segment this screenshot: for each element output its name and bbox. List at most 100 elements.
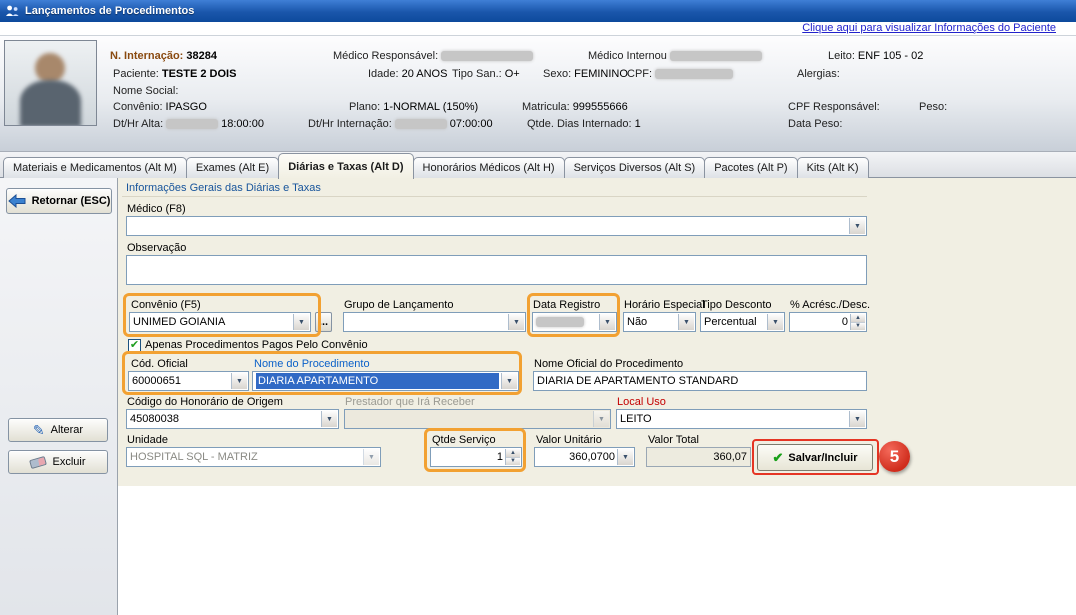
field-cpf: CPF: xyxy=(627,68,733,80)
sexo-value: FEMININO xyxy=(574,68,628,80)
field-peso: Peso: xyxy=(919,101,947,113)
prestador-label: Prestador que Irá Receber xyxy=(345,396,475,408)
tab-materiais-medicamentos[interactable]: Materiais e Medicamentos (Alt M) xyxy=(3,157,187,178)
valor-unitario-label: Valor Unitário xyxy=(536,434,602,446)
redacted-value xyxy=(536,317,584,327)
cpf-responsavel-label: CPF Responsável: xyxy=(788,101,880,113)
tab-servicos-diversos[interactable]: Serviços Diversos (Alt S) xyxy=(564,157,706,178)
convenio-value: IPASGO xyxy=(166,101,207,113)
medico-label: Médico (F8) xyxy=(127,203,186,215)
field-matricula: Matricula: 999555666 xyxy=(522,101,628,113)
spin-up-icon[interactable]: ▲ xyxy=(851,314,865,323)
chevron-down-icon[interactable]: ▼ xyxy=(767,314,783,330)
redacted-value xyxy=(441,51,533,61)
chevron-down-icon[interactable]: ▼ xyxy=(501,373,517,389)
chevron-down-icon[interactable]: ▼ xyxy=(293,314,309,330)
field-idade: Idade: 20 ANOS xyxy=(368,68,447,80)
qtde-servico-stepper[interactable]: 1 ▲▼ xyxy=(430,447,522,467)
tab-honorarios-medicos[interactable]: Honorários Médicos (Alt H) xyxy=(413,157,565,178)
valor-unitario-combobox[interactable]: 360,0700 ▼ xyxy=(534,447,635,467)
horario-especial-combobox[interactable]: Não ▼ xyxy=(623,312,696,332)
plano-label: Plano: xyxy=(349,101,380,113)
observacao-input[interactable] xyxy=(126,255,867,285)
convenio-lookup-button[interactable]: ... xyxy=(315,312,332,332)
chevron-down-icon[interactable]: ▼ xyxy=(321,411,337,427)
data-registro-combobox[interactable]: ▼ xyxy=(532,312,617,332)
matricula-label: Matricula: xyxy=(522,101,570,113)
chevron-down-icon[interactable]: ▼ xyxy=(849,411,865,427)
medico-combobox[interactable]: ▼ xyxy=(126,216,867,236)
field-plano: Plano: 1-NORMAL (150%) xyxy=(349,101,478,113)
tipo-desconto-combobox[interactable]: Percentual ▼ xyxy=(700,312,785,332)
chevron-down-icon[interactable]: ▼ xyxy=(599,314,615,330)
tab-label: Pacotes (Alt P) xyxy=(714,162,787,174)
patient-info-link[interactable]: Clique aqui para visualizar Informações … xyxy=(802,22,1056,34)
leito-label: Leito: xyxy=(828,50,855,62)
dthr-internacao-hora: 07:00:00 xyxy=(450,118,493,130)
field-medico-responsavel: Médico Responsável: xyxy=(333,50,533,62)
retornar-label: Retornar (ESC) xyxy=(32,195,111,207)
qtde-servico-value: 1 xyxy=(497,451,503,463)
window-title: Lançamentos de Procedimentos xyxy=(25,5,194,17)
grid-body[interactable] xyxy=(118,503,1076,615)
nome-oficial-input[interactable]: DIARIA DE APARTAMENTO STANDARD xyxy=(533,371,867,391)
chevron-down-icon[interactable]: ▼ xyxy=(678,314,694,330)
nome-procedimento-value: DIARIA APARTAMENTO xyxy=(256,373,499,389)
apenas-pagos-checkbox[interactable]: ✔ xyxy=(128,339,141,352)
prestador-combobox: ▼ xyxy=(344,409,611,429)
convenio-combobox[interactable]: UNIMED GOIANIA ▼ xyxy=(129,312,311,332)
salvar-incluir-button[interactable]: ✔ Salvar/Incluir xyxy=(757,444,873,471)
chevron-down-icon[interactable]: ▼ xyxy=(231,373,247,389)
tab-kits[interactable]: Kits (Alt K) xyxy=(797,157,869,178)
redacted-value xyxy=(395,119,447,129)
tab-exames[interactable]: Exames (Alt E) xyxy=(186,157,279,178)
chevron-down-icon[interactable]: ▼ xyxy=(508,314,524,330)
n-internacao-label: N. Internação: xyxy=(110,50,183,62)
acresc-desc-stepper[interactable]: 0 ▲▼ xyxy=(789,312,867,332)
spin-up-icon[interactable]: ▲ xyxy=(506,449,520,458)
unidade-combobox[interactable]: HOSPITAL SQL - MATRIZ ▼ xyxy=(126,447,381,467)
excluir-button[interactable]: Excluir xyxy=(8,450,108,474)
sexo-label: Sexo: xyxy=(543,68,571,80)
observacao-label: Observação xyxy=(127,242,186,254)
spin-down-icon[interactable]: ▼ xyxy=(851,323,865,331)
acresc-desc-value: 0 xyxy=(842,316,848,328)
paciente-value: TESTE 2 DOIS xyxy=(162,68,237,80)
cod-oficial-combobox[interactable]: 60000651 ▼ xyxy=(128,371,249,391)
field-paciente: Paciente: TESTE 2 DOIS xyxy=(113,68,236,80)
grupo-lancamento-combobox[interactable]: ▼ xyxy=(343,312,526,332)
field-dthr-internacao: Dt/Hr Internação: 07:00:00 xyxy=(308,118,493,130)
field-n-internacao: N. Internação: 38284 xyxy=(110,50,217,62)
chevron-down-icon[interactable]: ▼ xyxy=(617,449,633,465)
spin-down-icon[interactable]: ▼ xyxy=(506,458,520,466)
cod-oficial-label: Cód. Oficial xyxy=(131,358,188,370)
photo-head-shape xyxy=(35,53,65,83)
tab-pacotes[interactable]: Pacotes (Alt P) xyxy=(704,157,797,178)
redacted-value xyxy=(670,51,762,61)
step-badge: 5 xyxy=(879,441,910,472)
convenio-value: UNIMED GOIANIA xyxy=(133,316,225,328)
chevron-down-icon[interactable]: ▼ xyxy=(849,218,865,234)
chevron-down-icon: ▼ xyxy=(593,411,609,427)
local-uso-combobox[interactable]: LEITO ▼ xyxy=(616,409,867,429)
sidebar xyxy=(0,178,118,615)
horario-especial-label: Horário Especial xyxy=(624,299,705,311)
field-medico-internou: Médico Internou xyxy=(588,50,762,62)
qtde-dias-value: 1 xyxy=(635,118,641,130)
spinner-buttons[interactable]: ▲▼ xyxy=(505,449,520,465)
tab-diarias-taxas[interactable]: Diárias e Taxas (Alt D) xyxy=(278,153,413,179)
dthr-alta-hora: 18:00:00 xyxy=(221,118,264,130)
dthr-alta-label: Dt/Hr Alta: xyxy=(113,118,163,130)
spinner-buttons[interactable]: ▲▼ xyxy=(850,314,865,330)
plano-value: 1-NORMAL (150%) xyxy=(383,101,478,113)
dthr-internacao-label: Dt/Hr Internação: xyxy=(308,118,392,130)
nome-procedimento-combobox[interactable]: DIARIA APARTAMENTO ▼ xyxy=(252,371,519,391)
retornar-button[interactable]: Retornar (ESC) xyxy=(6,188,112,214)
field-tipo-san: Tipo San.: O+ xyxy=(452,68,520,80)
title-bar: Lançamentos de Procedimentos xyxy=(0,0,1076,22)
app-window: Lançamentos de Procedimentos Clique aqui… xyxy=(0,0,1076,615)
tipo-san-value: O+ xyxy=(505,68,520,80)
local-uso-value: LEITO xyxy=(620,413,652,425)
alterar-button[interactable]: ✎ Alterar xyxy=(8,418,108,442)
cod-honorario-combobox[interactable]: 45080038 ▼ xyxy=(126,409,339,429)
